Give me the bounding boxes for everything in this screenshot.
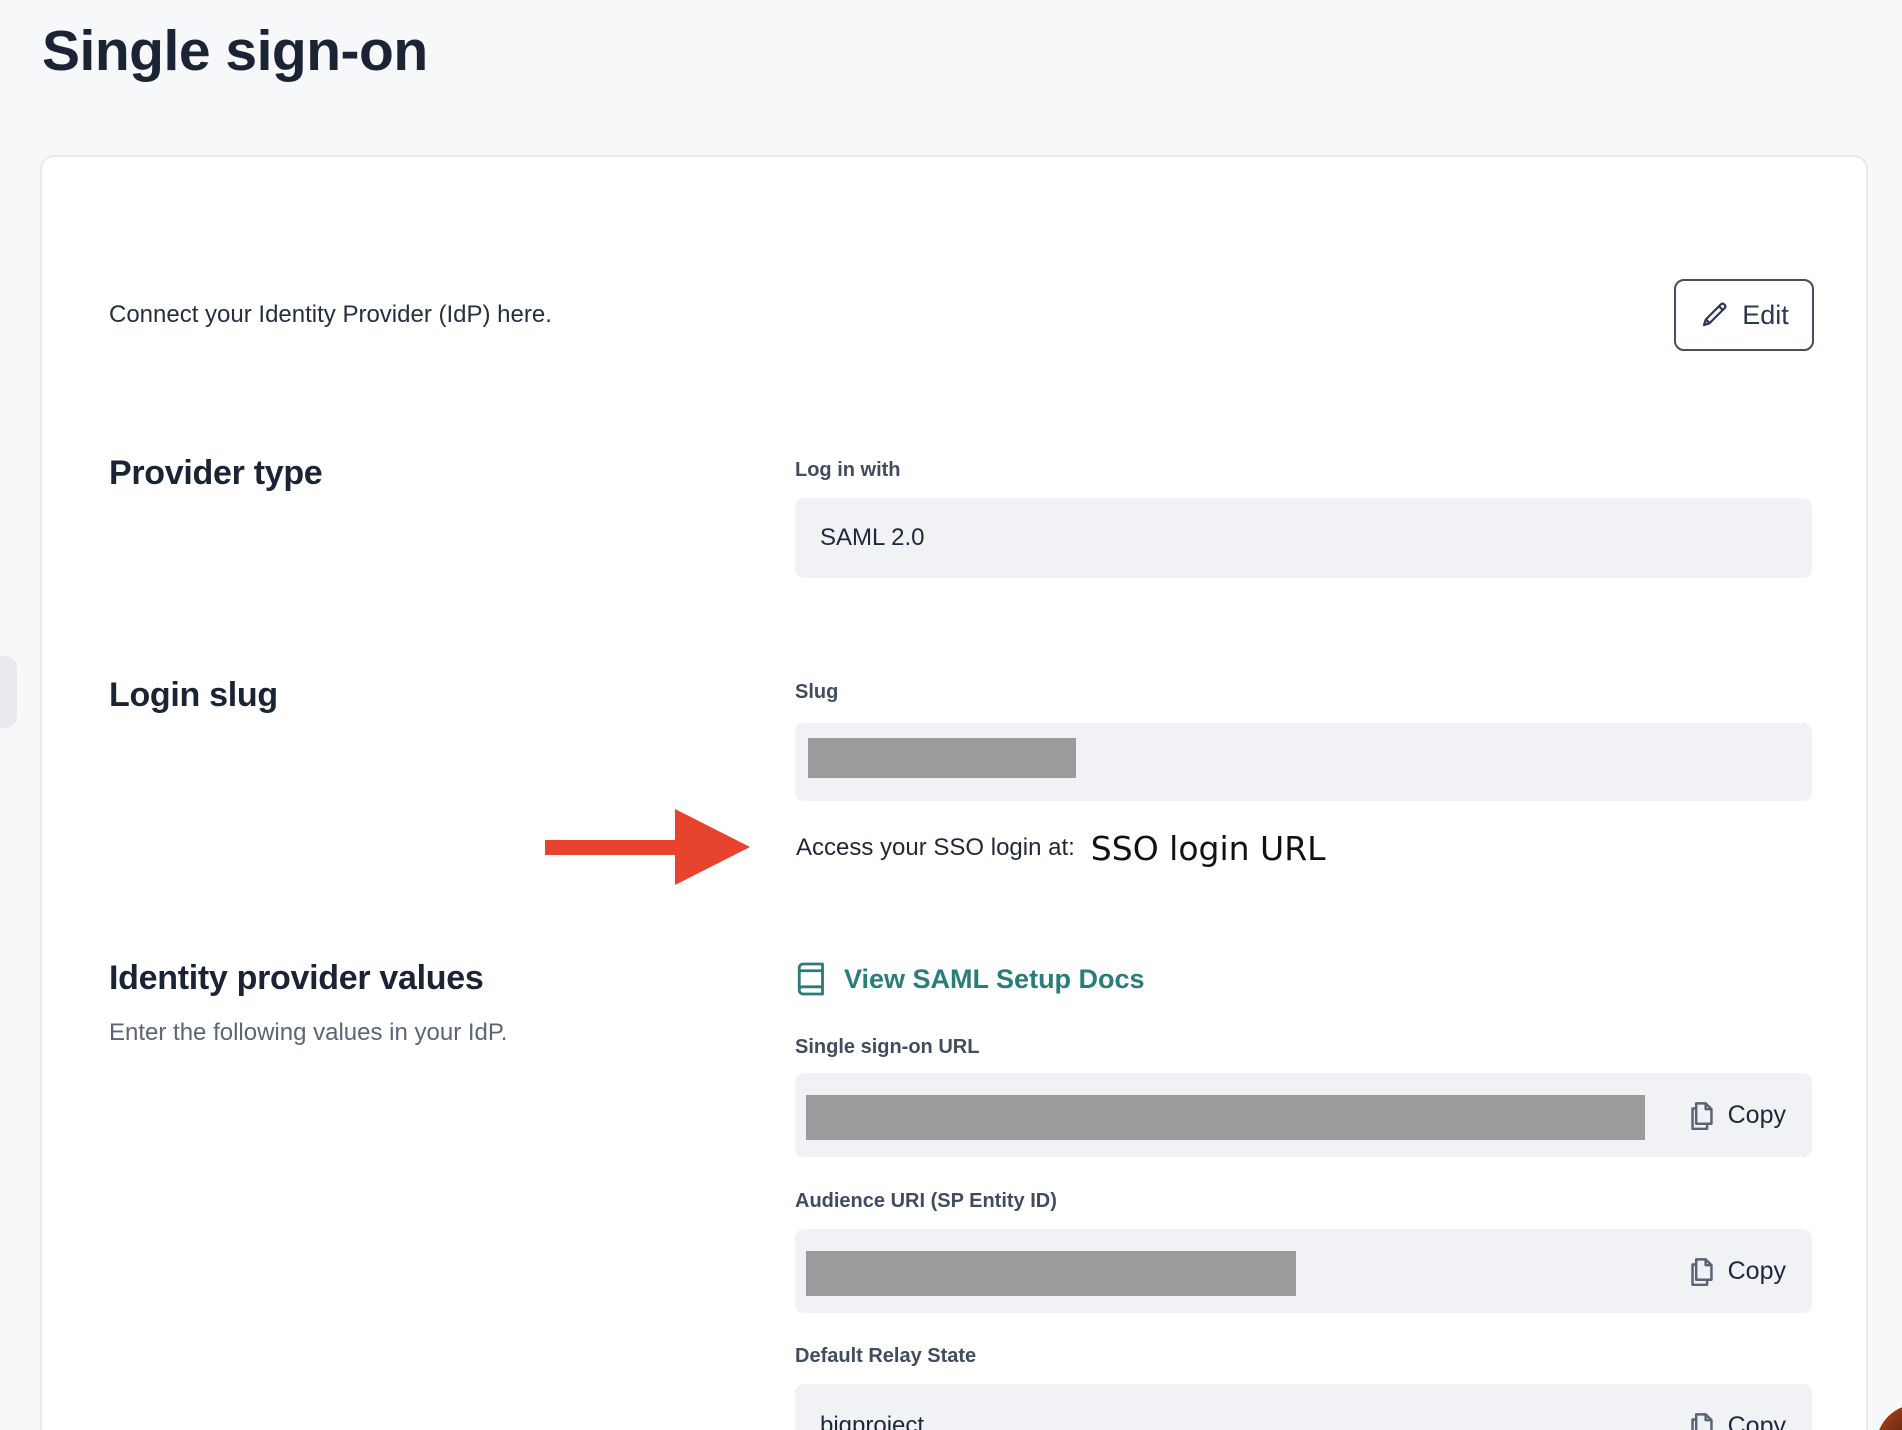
audience-uri-label: Audience URI (SP Entity ID) xyxy=(795,1190,1057,1213)
edit-button-label: Edit xyxy=(1742,300,1789,331)
copy-icon xyxy=(1687,1410,1717,1430)
page-title: Single sign-on xyxy=(42,18,428,84)
copy-button-label: Copy xyxy=(1728,1101,1786,1130)
copy-button-label: Copy xyxy=(1728,1257,1786,1286)
pencil-icon xyxy=(1699,300,1729,330)
provider-type-heading: Provider type xyxy=(109,454,322,493)
copy-icon xyxy=(1687,1099,1717,1131)
annotation-arrow xyxy=(545,809,750,885)
relay-state-label: Default Relay State xyxy=(795,1345,976,1368)
provider-type-value: SAML 2.0 xyxy=(820,524,925,552)
provider-type-value-box: SAML 2.0 xyxy=(795,498,1812,578)
edit-button[interactable]: Edit xyxy=(1674,279,1814,351)
left-edge-handle xyxy=(0,656,17,728)
slug-value-box xyxy=(795,723,1812,801)
book-icon xyxy=(797,962,827,996)
audience-uri-value-box: Copy xyxy=(795,1229,1812,1313)
relay-state-value-box: bigproject Copy xyxy=(795,1384,1812,1430)
intro-text: Connect your Identity Provider (IdP) her… xyxy=(109,301,552,329)
slug-redacted-value xyxy=(808,738,1076,778)
slug-label: Slug xyxy=(795,681,838,704)
idp-values-caption: Enter the following values in your IdP. xyxy=(109,1019,507,1047)
saml-docs-link-label: View SAML Setup Docs xyxy=(844,964,1145,995)
sso-url-value-box: Copy xyxy=(795,1073,1812,1157)
idp-values-heading: Identity provider values xyxy=(109,959,483,998)
copy-sso-url-button[interactable]: Copy xyxy=(1687,1073,1786,1157)
sso-login-annotation-prefix: Access your SSO login at: xyxy=(796,834,1075,862)
copy-relay-state-button[interactable]: Copy xyxy=(1687,1384,1786,1430)
copy-audience-uri-button[interactable]: Copy xyxy=(1687,1229,1786,1313)
login-slug-heading: Login slug xyxy=(109,676,278,715)
corner-cursor-artifact xyxy=(1876,1404,1902,1430)
audience-uri-redacted-value xyxy=(806,1251,1296,1296)
sso-login-url-placeholder: SSO login URL xyxy=(1091,829,1326,868)
relay-state-value: bigproject xyxy=(820,1412,924,1430)
sso-url-label: Single sign-on URL xyxy=(795,1036,979,1059)
login-with-label: Log in with xyxy=(795,459,901,482)
saml-docs-link[interactable]: View SAML Setup Docs xyxy=(797,962,1145,996)
sso-settings-card: Connect your Identity Provider (IdP) her… xyxy=(40,155,1868,1430)
sso-url-redacted-value xyxy=(806,1095,1645,1140)
copy-button-label: Copy xyxy=(1728,1412,1786,1430)
copy-icon xyxy=(1687,1255,1717,1287)
sso-login-annotation: Access your SSO login at: SSO login URL xyxy=(796,817,1326,879)
